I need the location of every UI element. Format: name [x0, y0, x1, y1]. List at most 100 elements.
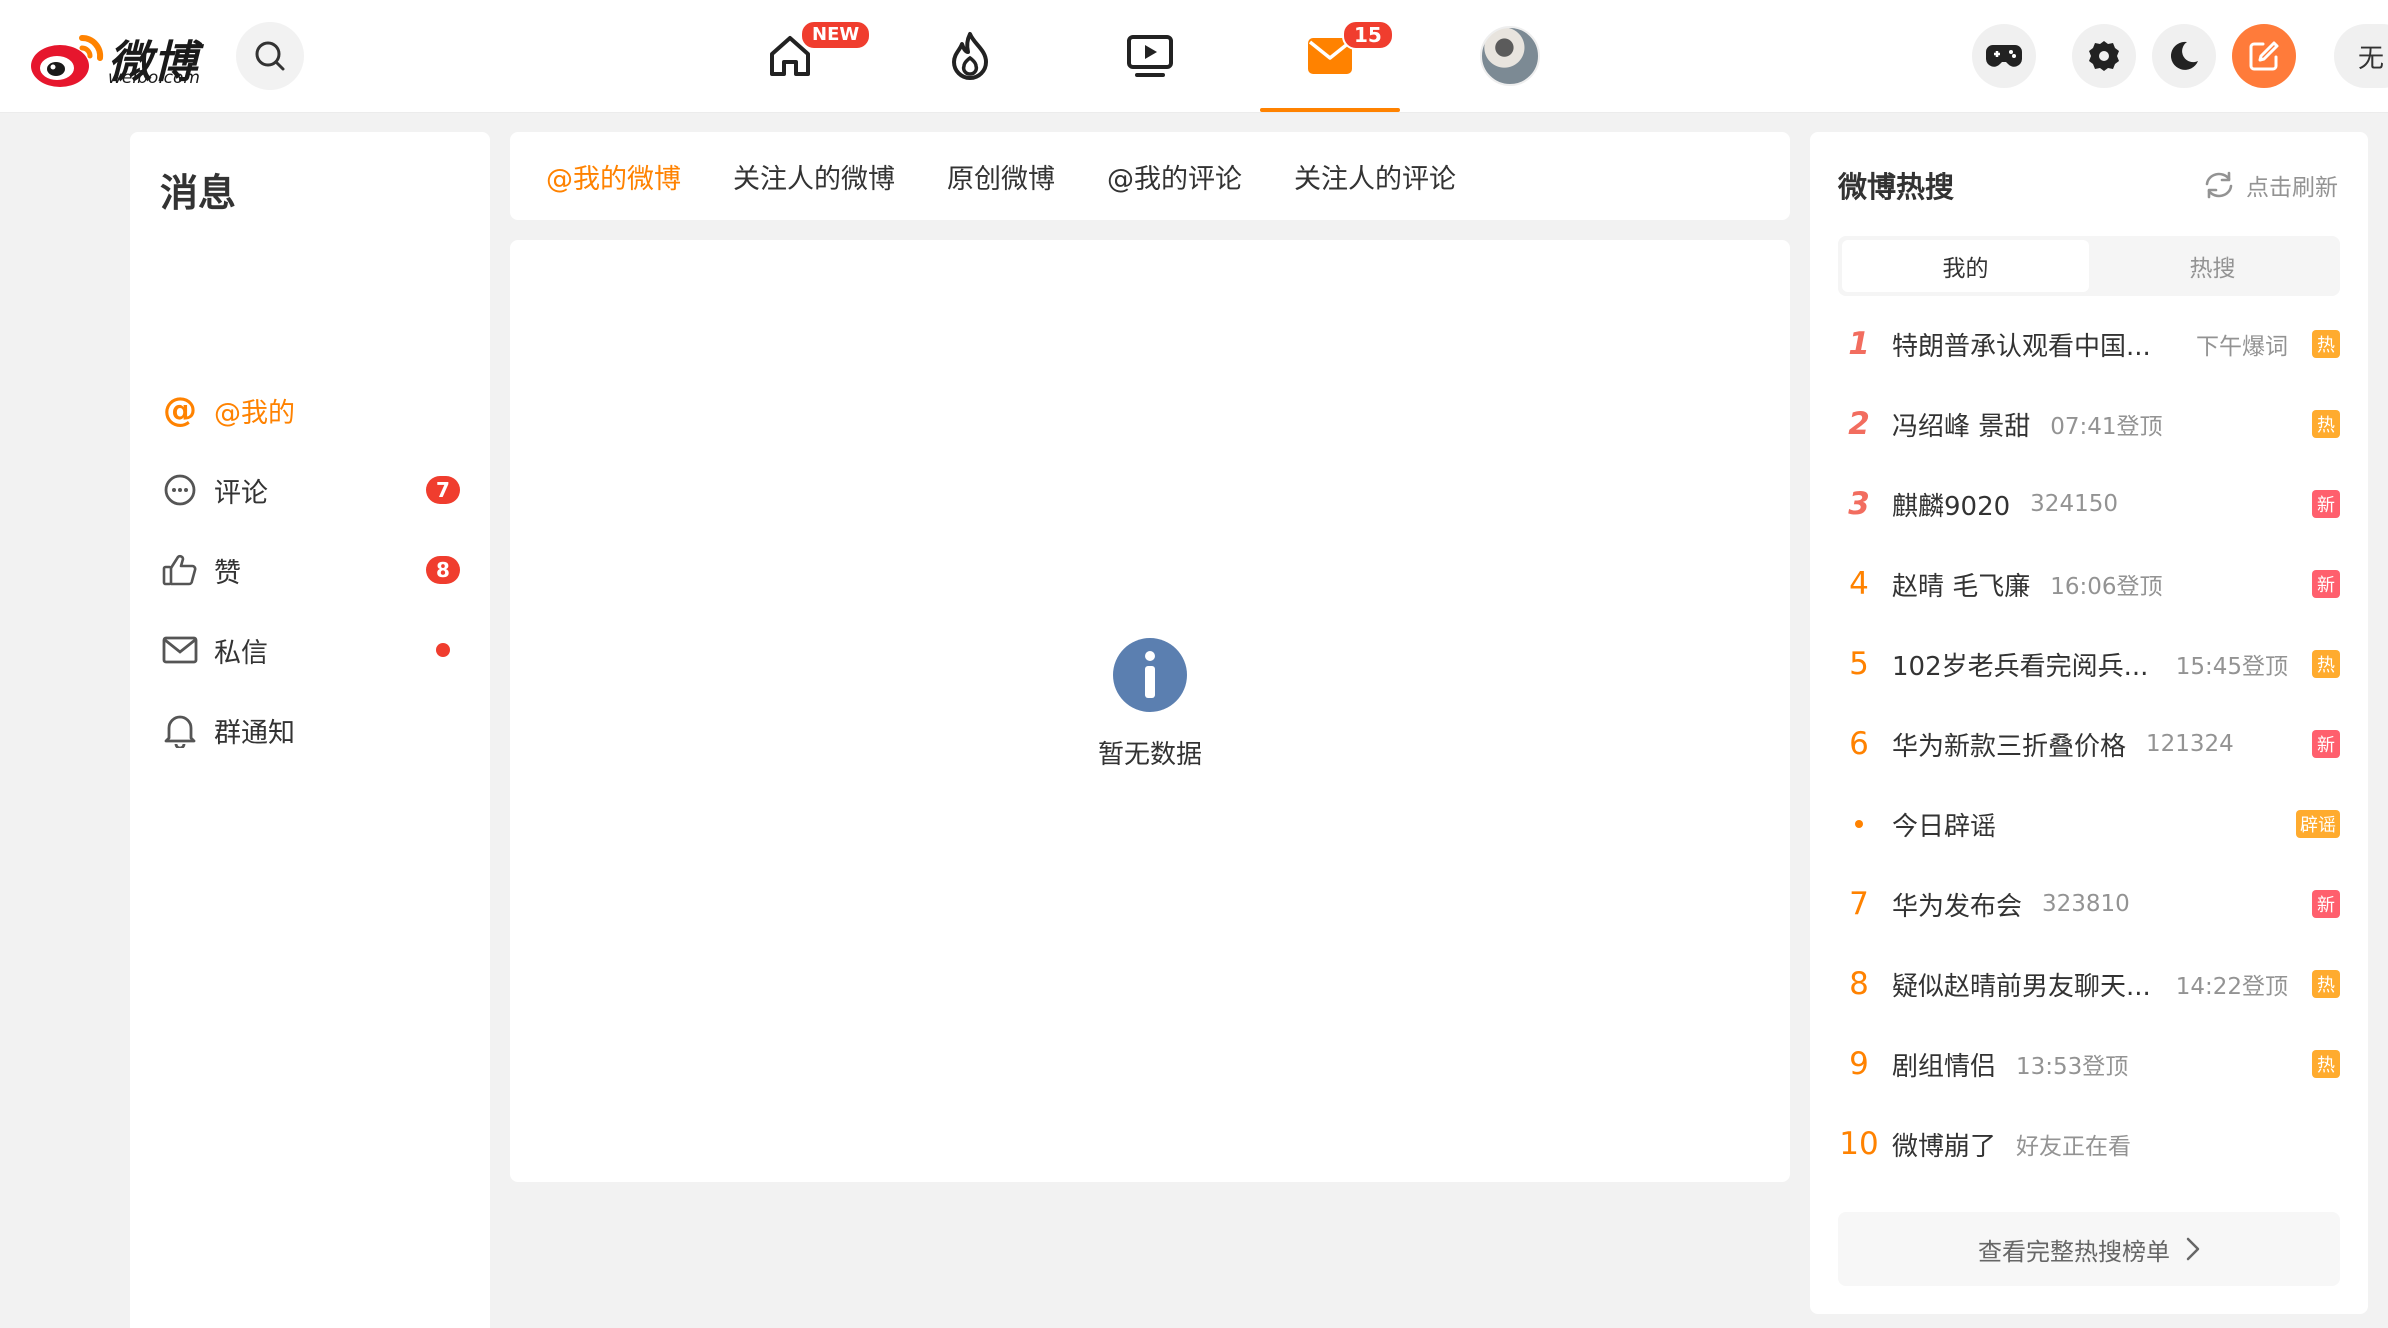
- hot-word: 麒麟9020: [1892, 491, 2011, 522]
- hot-rank: 3: [1848, 486, 1870, 522]
- gear-icon: [2089, 41, 2119, 71]
- hot-word: 华为发布会: [1892, 891, 2023, 922]
- message-sidebar: 消息 @ @我的 评论 7 赞 8 私信 群通知: [130, 132, 490, 1328]
- hot-row[interactable]: 6 华为新款三折叠价格 121324 新: [1838, 714, 2340, 774]
- flame-icon: [952, 32, 988, 80]
- hot-meta: 13:53登顶: [2016, 1054, 2129, 1080]
- hot-rank: 8: [1849, 966, 1869, 1002]
- hot-meta: 07:41登顶: [2050, 414, 2163, 440]
- tab-followed-weibo[interactable]: 关注人的微博: [733, 157, 895, 196]
- tab-original-weibo[interactable]: 原创微博: [947, 157, 1055, 196]
- hot-tag: 新: [2312, 570, 2340, 598]
- hot-tag: 热: [2312, 970, 2340, 998]
- hot-rank: 4: [1849, 566, 1869, 602]
- hot-word: 剧组情侣: [1892, 1051, 1997, 1082]
- empty-state: 暂无数据: [510, 638, 1790, 771]
- moon-icon: [2170, 41, 2198, 70]
- sidebar-item-direct-messages[interactable]: 私信: [160, 620, 460, 680]
- edit-icon: [2249, 41, 2279, 71]
- game-button[interactable]: [1972, 24, 2036, 88]
- info-icon: [1113, 638, 1187, 712]
- weibo-eye-icon: [31, 34, 104, 87]
- sidebar-title: 消息: [160, 171, 237, 215]
- tab-my-weibo[interactable]: @我的微博: [546, 157, 681, 196]
- gamepad-icon: [1986, 45, 2022, 67]
- refresh-button[interactable]: 点击刷新: [2202, 168, 2338, 202]
- comments-count-badge: 7: [426, 476, 460, 504]
- main-content: 暂无数据: [510, 240, 1790, 1182]
- nav-home-badge: NEW: [800, 20, 872, 50]
- sidebar-item-group-notifications[interactable]: 群通知: [160, 700, 460, 760]
- hot-rank: 9: [1849, 1046, 1869, 1082]
- thumbs-up-icon: [160, 550, 200, 590]
- hot-row[interactable]: 3 麒麟9020 324150 新: [1838, 474, 2340, 534]
- video-tv-icon: [1127, 35, 1173, 77]
- nav-profile[interactable]: [1440, 0, 1580, 112]
- hot-row[interactable]: 9 剧组情侣 13:53登顶 热: [1838, 1034, 2340, 1094]
- hot-word: 特朗普承认观看中国...: [1892, 331, 2151, 362]
- unread-dot: [436, 643, 450, 657]
- dark-mode-button[interactable]: [2152, 24, 2216, 88]
- cut-off-button[interactable]: 无: [2334, 24, 2388, 88]
- hot-meta: 下午爆词: [2196, 334, 2288, 360]
- sidebar-item-mentions[interactable]: @ @我的: [160, 380, 460, 440]
- hot-meta: 16:06登顶: [2050, 574, 2163, 600]
- view-full-hot-list-button[interactable]: 查看完整热搜榜单: [1838, 1212, 2340, 1286]
- nav-hot[interactable]: [900, 0, 1040, 112]
- hot-row[interactable]: 1 特朗普承认观看中国... 下午爆词 热: [1838, 314, 2340, 374]
- rank-dot: [1838, 820, 1880, 828]
- nav-messages[interactable]: 15: [1260, 0, 1400, 112]
- tab-my-comments[interactable]: @我的评论: [1107, 157, 1242, 196]
- hot-row-rumor[interactable]: 今日辟谣 辟谣: [1838, 794, 2340, 854]
- hot-row[interactable]: 7 华为发布会 323810 新: [1838, 874, 2340, 934]
- hot-rank: 5: [1849, 646, 1869, 682]
- chevron-right-icon: [2186, 1237, 2200, 1261]
- comment-bubble-icon: [160, 470, 200, 510]
- nav-video[interactable]: [1080, 0, 1220, 112]
- sidebar-item-label: 评论: [214, 477, 268, 509]
- at-icon: @: [163, 390, 197, 430]
- hot-rank: 7: [1849, 886, 1869, 922]
- mention-tabs: @我的微博 关注人的微博 原创微博 @我的评论 关注人的评论: [510, 132, 1790, 220]
- cut-off-button-label: 无: [2358, 43, 2385, 74]
- hot-row[interactable]: 4 赵晴 毛飞廉 16:06登顶 新: [1838, 554, 2340, 614]
- weibo-logo[interactable]: 微博 weibo.com: [30, 22, 215, 92]
- search-icon: [255, 41, 285, 71]
- sidebar-item-label: 群通知: [214, 717, 295, 749]
- hot-meta: 323810: [2042, 891, 2130, 917]
- hot-meta: 324150: [2030, 491, 2118, 517]
- empty-state-text: 暂无数据: [1097, 740, 1202, 770]
- hot-tag: 热: [2312, 1050, 2340, 1078]
- refresh-icon: [2205, 171, 2233, 199]
- hot-row[interactable]: 5 102岁老兵看完阅兵... 15:45登顶 热: [1838, 634, 2340, 694]
- segment-mine[interactable]: 我的: [1842, 240, 2089, 292]
- hot-search-title: 微博热搜: [1838, 170, 1955, 204]
- envelope-icon: [160, 630, 200, 670]
- hot-word: 华为新款三折叠价格: [1892, 731, 2127, 762]
- sidebar-item-label: 私信: [214, 637, 268, 669]
- hot-tag: 热: [2312, 650, 2340, 678]
- sidebar-item-likes[interactable]: 赞 8: [160, 540, 460, 600]
- hot-row[interactable]: 2 冯绍峰 景甜 07:41登顶 热: [1838, 394, 2340, 454]
- nav-home[interactable]: NEW: [720, 0, 872, 112]
- avatar: [1480, 26, 1540, 86]
- hot-row[interactable]: 8 疑似赵晴前男友聊天... 14:22登顶 热: [1838, 954, 2340, 1014]
- hot-tag: 新: [2312, 890, 2340, 918]
- hot-word: 微博崩了: [1892, 1131, 1997, 1162]
- settings-button[interactable]: [2072, 24, 2136, 88]
- segment-hot[interactable]: 热搜: [2089, 240, 2336, 292]
- compose-button[interactable]: [2232, 24, 2296, 88]
- hot-search-segment: 我的 热搜: [1838, 236, 2340, 296]
- sidebar-item-comments[interactable]: 评论 7: [160, 460, 460, 520]
- search-button[interactable]: [236, 22, 304, 90]
- bell-icon: [160, 710, 200, 750]
- hot-rank: 2: [1848, 406, 1870, 442]
- tab-followed-comments[interactable]: 关注人的评论: [1294, 157, 1456, 196]
- hot-rank: 6: [1849, 726, 1869, 762]
- hot-word: 今日辟谣: [1892, 811, 1997, 842]
- hot-word: 疑似赵晴前男友聊天...: [1892, 971, 2151, 1002]
- hot-word: 赵晴 毛飞廉: [1892, 571, 2031, 602]
- top-header: 微博 weibo.com NEW 15 无: [0, 0, 2388, 112]
- refresh-label: 点击刷新: [2246, 175, 2338, 201]
- hot-row[interactable]: 10 微博崩了 好友正在看: [1838, 1114, 2340, 1174]
